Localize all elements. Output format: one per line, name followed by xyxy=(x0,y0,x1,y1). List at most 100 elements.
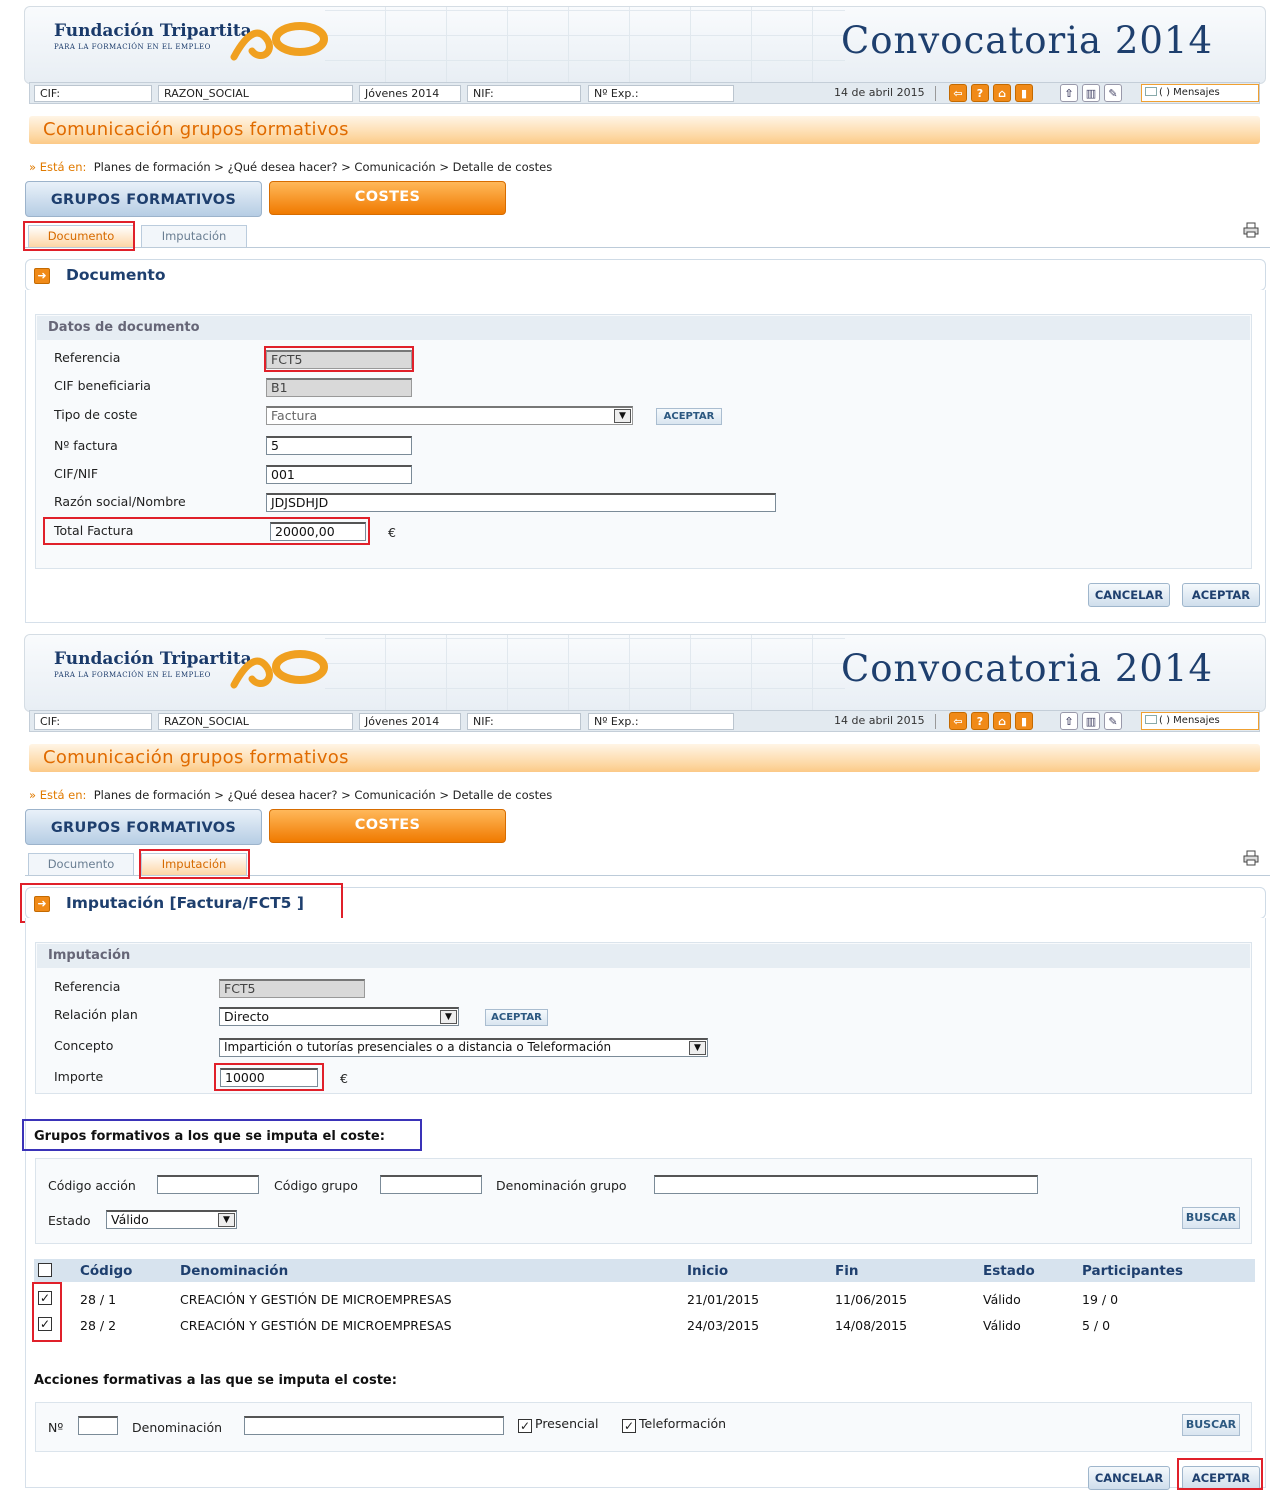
col-inicio[interactable]: Inicio xyxy=(687,1263,728,1279)
screen-documento: Fundación Tripartita PARA LA FORMACIÓN E… xyxy=(0,0,1283,628)
num-factura-input[interactable]: 5 xyxy=(266,436,412,455)
row-checkbox[interactable]: ✓ xyxy=(38,1291,52,1305)
referencia-label: Referencia xyxy=(54,350,121,365)
col-codigo[interactable]: Código xyxy=(80,1263,132,1279)
breadcrumb-prefix: » Está en: xyxy=(29,160,87,174)
convocatoria-title: Convocatoria 2014 xyxy=(840,19,1213,62)
breadcrumb-path[interactable]: Planes de formación > ¿Qué desea hacer? … xyxy=(94,788,552,802)
upload-icon[interactable]: ⇧ xyxy=(1060,712,1078,730)
cancel-button[interactable]: CANCELAR xyxy=(1088,583,1170,607)
subtab-imputacion[interactable]: Imputación xyxy=(141,853,247,875)
total-factura-input[interactable]: 20000,00 xyxy=(270,522,366,541)
page-title: Comunicación grupos formativos xyxy=(29,116,1260,144)
col-fin[interactable]: Fin xyxy=(835,1263,858,1279)
current-date: 14 de abril 2015 xyxy=(834,714,925,727)
tab-grupos-formativos[interactable]: GRUPOS FORMATIVOS xyxy=(25,809,262,845)
codigo-grupo-input[interactable] xyxy=(380,1175,482,1194)
importe-input[interactable]: 10000 xyxy=(220,1068,318,1087)
buscar-grupos-button[interactable]: BUSCAR xyxy=(1182,1207,1240,1229)
estado-value: Válido xyxy=(111,1212,149,1227)
currency-symbol: € xyxy=(388,525,396,540)
total-factura-label: Total Factura xyxy=(54,523,134,538)
breadcrumb-path[interactable]: Planes de formación > ¿Qué desea hacer? … xyxy=(94,160,552,174)
col-estado[interactable]: Estado xyxy=(983,1263,1035,1279)
denominacion-grupo-input[interactable] xyxy=(654,1175,1038,1194)
select-all-checkbox[interactable] xyxy=(38,1263,52,1277)
header-banner: Fundación Tripartita PARA LA FORMACIÓN E… xyxy=(24,6,1266,84)
tab-grupos-formativos[interactable]: GRUPOS FORMATIVOS xyxy=(25,181,262,217)
row-participantes: 19 / 0 xyxy=(1082,1292,1119,1307)
row-estado: Válido xyxy=(983,1292,1021,1307)
edit-icon[interactable]: ✎ xyxy=(1104,84,1122,102)
org-subtitle: PARA LA FORMACIÓN EN EL EMPLEO xyxy=(54,671,211,679)
denominacion-input[interactable] xyxy=(244,1416,504,1435)
documento-panel: Datos de documento xyxy=(25,290,1266,623)
col-denominacion[interactable]: Denominación xyxy=(180,1263,288,1279)
estado-label: Estado xyxy=(48,1213,91,1228)
chevron-down-icon: ▼ xyxy=(614,409,631,423)
upload-icon[interactable]: ⇧ xyxy=(1060,84,1078,102)
tab-costes[interactable]: COSTES xyxy=(269,181,506,215)
org-subtitle: PARA LA FORMACIÓN EN EL EMPLEO xyxy=(54,43,211,51)
row-denominacion: CREACIÓN Y GESTIÓN DE MICROEMPRESAS xyxy=(180,1318,452,1333)
tipo-coste-accept-button[interactable]: ACEPTAR xyxy=(656,408,722,425)
denominacion-grupo-label: Denominación grupo xyxy=(496,1178,627,1193)
razon-social-input[interactable]: JDJSDHJD xyxy=(266,493,776,512)
tipo-coste-select[interactable]: Factura ▼ xyxy=(266,406,633,425)
section-title: Imputación [Factura/FCT5 ] xyxy=(66,894,304,912)
referencia-field: FCT5 xyxy=(266,350,412,369)
convocatoria-title: Convocatoria 2014 xyxy=(840,647,1213,690)
fundacion-logo-icon xyxy=(230,650,328,689)
subtab-documento[interactable]: Documento xyxy=(28,225,134,247)
estado-select[interactable]: Válido ▼ xyxy=(106,1210,237,1229)
exit-icon[interactable]: ⇦ xyxy=(949,84,967,102)
datos-documento-box: Datos de documento xyxy=(35,314,1252,569)
num-input[interactable] xyxy=(78,1416,118,1435)
print-icon[interactable] xyxy=(1243,222,1259,238)
messages-button[interactable]: ( ) Mensajes xyxy=(1141,712,1259,730)
edit-icon[interactable]: ✎ xyxy=(1104,712,1122,730)
exit-icon[interactable]: ⇦ xyxy=(949,712,967,730)
row-fin: 14/08/2015 xyxy=(835,1318,908,1333)
home-icon[interactable]: ⌂ xyxy=(993,84,1011,102)
relacion-plan-label: Relación plan xyxy=(54,1007,138,1022)
help-icon[interactable]: ? xyxy=(971,84,989,102)
col-participantes[interactable]: Participantes xyxy=(1082,1263,1183,1279)
codigo-accion-input[interactable] xyxy=(157,1175,259,1194)
teleformacion-checkbox[interactable]: ✓ Teleformación xyxy=(622,1416,726,1433)
row-checkbox[interactable]: ✓ xyxy=(38,1317,52,1331)
messages-button[interactable]: ( ) Mensajes xyxy=(1141,84,1259,102)
cif-nif-input[interactable]: 001 xyxy=(266,465,412,484)
tab-costes[interactable]: COSTES xyxy=(269,809,506,843)
section-header-documento: ➜ Documento xyxy=(25,259,1266,291)
imputacion-panel: Imputación xyxy=(25,918,1266,1488)
chevron-down-icon: ▼ xyxy=(218,1213,235,1227)
documents-icon[interactable]: ▮ xyxy=(1015,84,1033,102)
print-icon[interactable] xyxy=(1243,850,1259,866)
cancel-button[interactable]: CANCELAR xyxy=(1088,1466,1170,1490)
documents-icon[interactable]: ▮ xyxy=(1015,712,1033,730)
subtab-imputacion[interactable]: Imputación xyxy=(141,225,247,247)
breadcrumb: » Está en: Planes de formación > ¿Qué de… xyxy=(29,788,552,802)
org-name: Fundación Tripartita xyxy=(54,21,252,41)
page-title: Comunicación grupos formativos xyxy=(29,744,1260,772)
accept-button[interactable]: ACEPTAR xyxy=(1182,583,1260,607)
buscar-acciones-button[interactable]: BUSCAR xyxy=(1182,1414,1240,1436)
relacion-plan-select[interactable]: Directo ▼ xyxy=(219,1007,459,1026)
org-name: Fundación Tripartita xyxy=(54,649,252,669)
arrow-right-icon: ➜ xyxy=(34,268,50,284)
importe-label: Importe xyxy=(54,1069,104,1084)
relacion-plan-accept-button[interactable]: ACEPTAR xyxy=(485,1009,548,1026)
help-icon[interactable]: ? xyxy=(971,712,989,730)
subtab-documento[interactable]: Documento xyxy=(28,853,134,875)
presencial-checkbox[interactable]: ✓ Presencial xyxy=(518,1416,598,1433)
accept-button[interactable]: ACEPTAR xyxy=(1182,1466,1260,1490)
cif-nif-label: CIF/NIF xyxy=(54,466,99,481)
razon-social-field: RAZON_SOCIAL xyxy=(158,85,353,102)
chart-icon[interactable]: ▥ xyxy=(1082,84,1100,102)
cif-beneficiaria-label: CIF beneficiaria xyxy=(54,378,151,393)
home-icon[interactable]: ⌂ xyxy=(993,712,1011,730)
chart-icon[interactable]: ▥ xyxy=(1082,712,1100,730)
concepto-select[interactable]: Impartición o tutorías presenciales o a … xyxy=(219,1038,708,1057)
grupos-heading: Grupos formativos a los que se imputa el… xyxy=(34,1129,385,1144)
